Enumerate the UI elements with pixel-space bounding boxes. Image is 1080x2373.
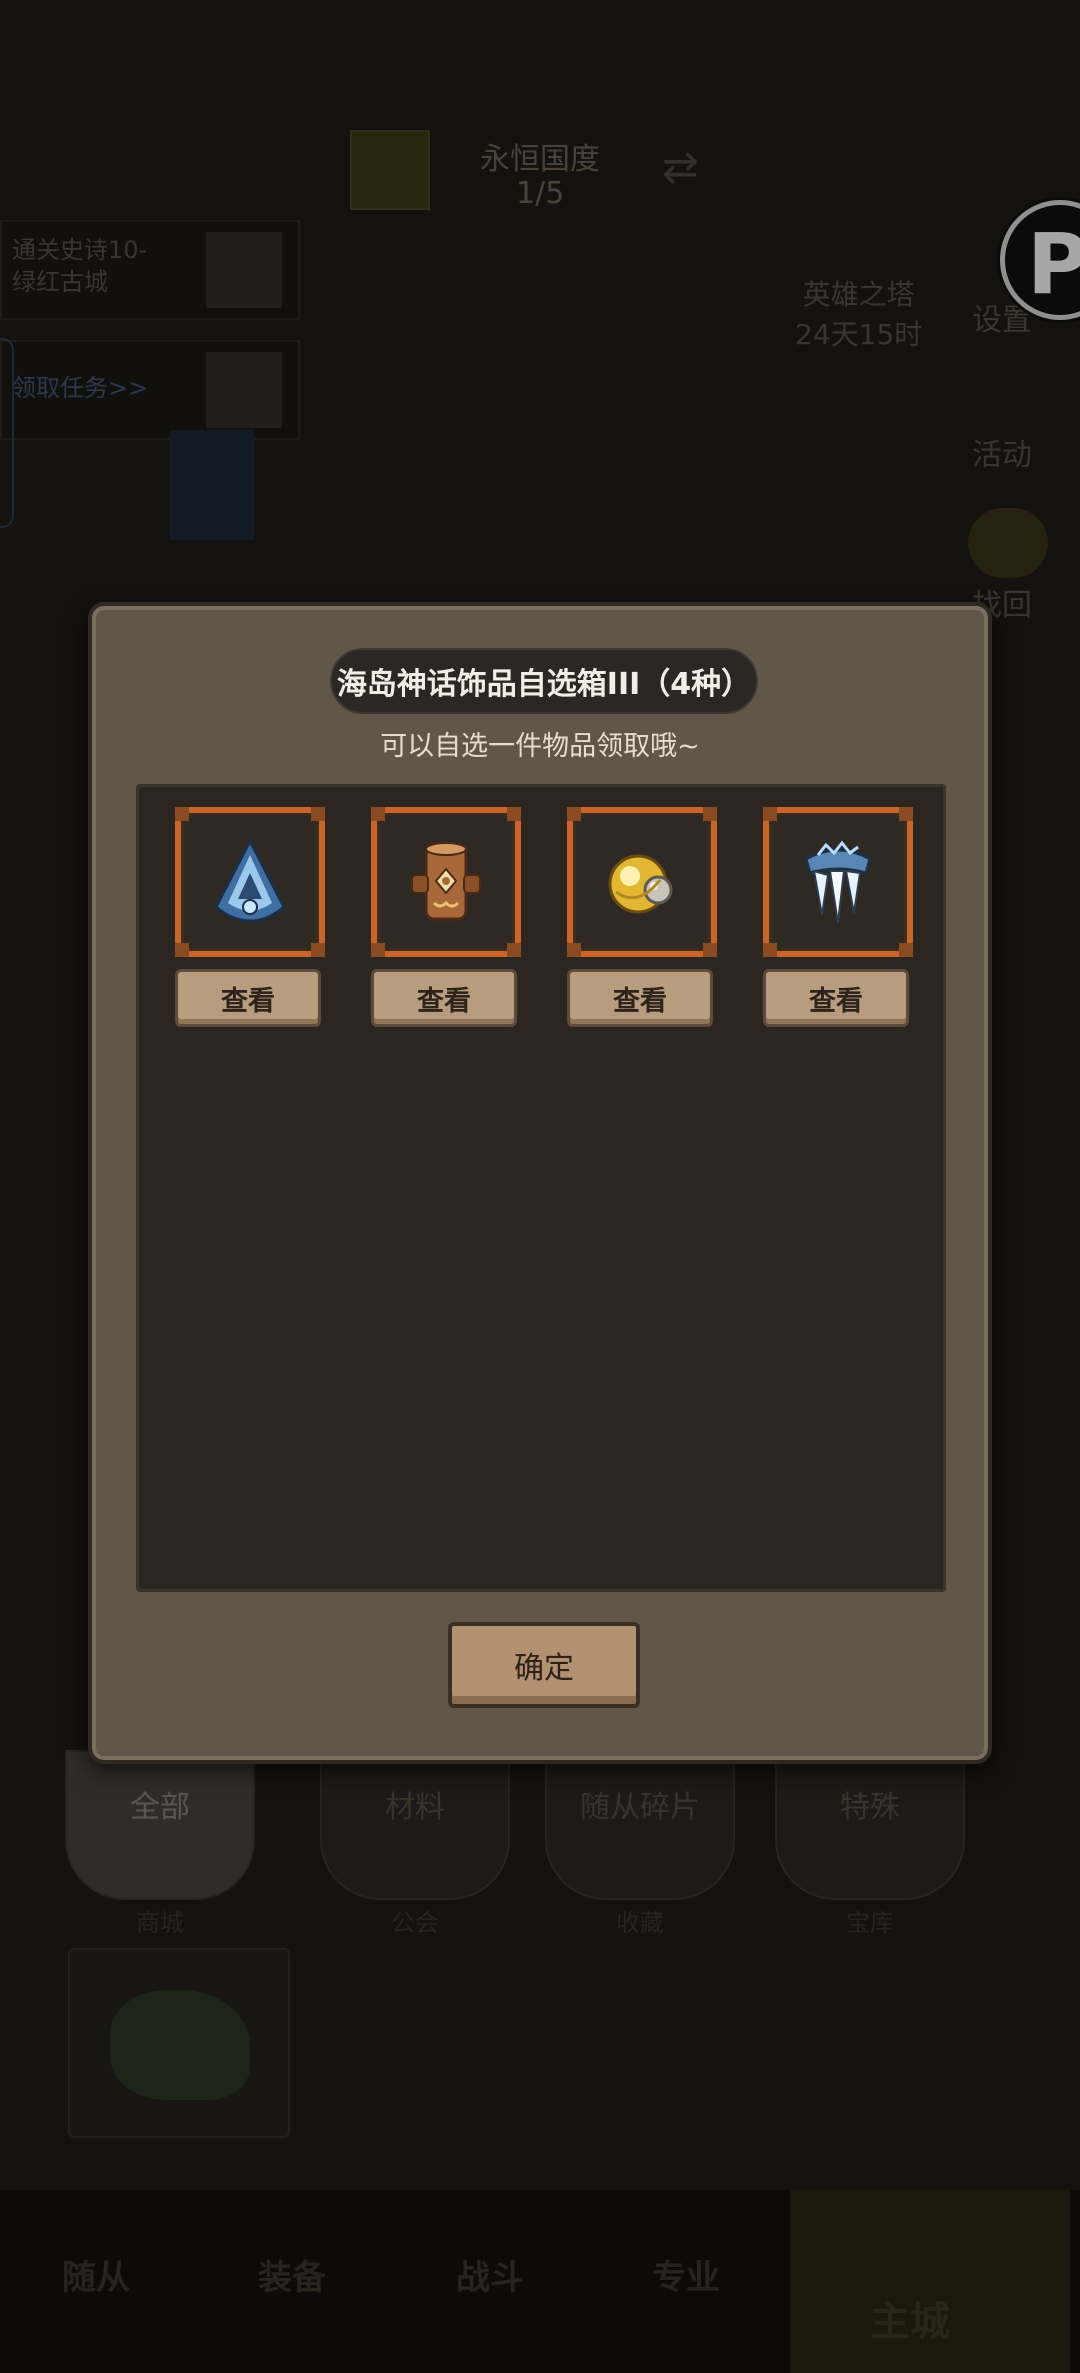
dialog-title: 海岛神话饰品自选箱III（4种）	[330, 648, 758, 714]
view-button[interactable]: 查看	[567, 969, 713, 1027]
confirm-button[interactable]: 确定	[448, 1622, 640, 1708]
item-grid: 查看 查看 查看 查看	[136, 784, 946, 1592]
item-slot[interactable]	[175, 807, 325, 957]
item-slot[interactable]	[763, 807, 913, 957]
view-button[interactable]: 查看	[371, 969, 517, 1027]
golden-orb-icon	[608, 854, 673, 914]
view-button[interactable]: 查看	[763, 969, 909, 1027]
view-button[interactable]: 查看	[175, 969, 321, 1027]
ice-crystal-claw-icon	[804, 840, 872, 924]
reward-item: 查看	[763, 807, 913, 1027]
item-slot[interactable]	[567, 807, 717, 957]
reward-item: 查看	[175, 807, 325, 1027]
wooden-totem-icon	[411, 842, 481, 921]
reward-item: 查看	[371, 807, 521, 1027]
item-slot[interactable]	[371, 807, 521, 957]
selection-box-dialog: 海岛神话饰品自选箱III（4种） 可以自选一件物品领取哦~ 查看 查看 查看 查…	[88, 602, 992, 1764]
blue-hood-amulet-icon	[214, 837, 286, 923]
dialog-subtitle: 可以自选一件物品领取哦~	[380, 731, 700, 762]
reward-item: 查看	[567, 807, 717, 1027]
